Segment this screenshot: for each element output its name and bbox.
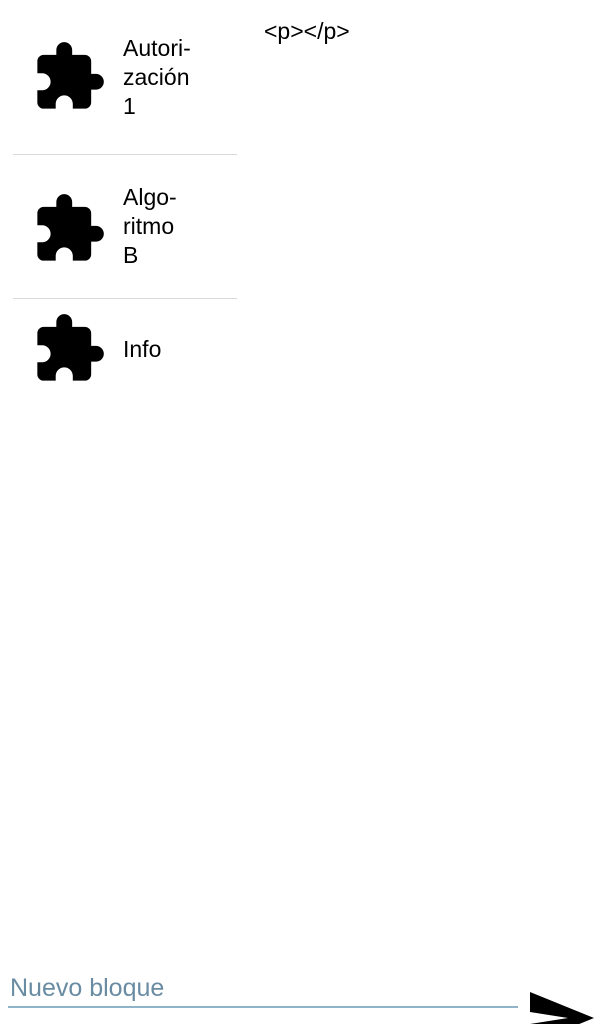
- send-button[interactable]: [528, 990, 596, 1024]
- new-block-input[interactable]: [8, 972, 518, 1008]
- block-list-item[interactable]: Autori- zación 1: [13, 0, 237, 155]
- puzzle-piece-icon: [31, 39, 107, 115]
- block-label: Algo- ritmo B: [123, 184, 177, 268]
- puzzle-piece-icon: [31, 191, 107, 267]
- puzzle-piece-icon: [31, 311, 107, 387]
- block-label: Info: [123, 336, 162, 362]
- block-label: Autori- zación 1: [123, 34, 191, 119]
- block-content-preview: <p></p>: [264, 18, 350, 44]
- block-list-item[interactable]: Info: [13, 299, 237, 407]
- block-list-item[interactable]: Algo- ritmo B: [13, 155, 237, 299]
- block-list: Autori- zación 1 Algo- ritmo B Info: [13, 0, 237, 407]
- new-block-bar: [0, 950, 600, 1024]
- app-root: Autori- zación 1 Algo- ritmo B Info <p><…: [0, 0, 600, 1024]
